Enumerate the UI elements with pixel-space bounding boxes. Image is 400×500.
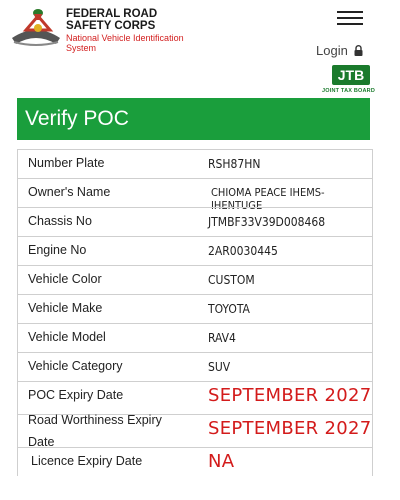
row-road-worthiness: Road Worthiness Expiry Date SEPTEMBER 20…	[18, 413, 372, 449]
value-model: RAV4	[208, 331, 236, 345]
row-chassis: Chassis No JTMBF33V39D008468	[18, 207, 372, 236]
row-number-plate: Number Plate RSH87HN	[18, 149, 372, 178]
label-licence-expiry: Licence Expiry Date	[31, 454, 143, 468]
label-owner-name: Owner's Name	[28, 185, 111, 199]
value-licence-expiry: NA	[208, 451, 235, 472]
org-name: FEDERAL ROAD SAFETY CORPS	[66, 8, 158, 32]
value-category: SUV	[208, 360, 231, 374]
label-number-plate: Number Plate	[28, 156, 105, 170]
lock-icon	[354, 44, 363, 56]
row-engine: Engine No 2AR0030445	[18, 236, 372, 265]
label-chassis: Chassis No	[28, 214, 92, 228]
login-label: Login	[316, 42, 348, 58]
jtb-caption: JOINT TAX BOARD	[322, 88, 376, 94]
frsc-logo	[12, 9, 60, 46]
value-poc-expiry: SEPTEMBER 2027	[208, 385, 372, 406]
org-subtitle: National Vehicle Identification System	[66, 33, 184, 53]
login-button[interactable]: Login	[316, 42, 363, 58]
row-color: Vehicle Color CUSTOM	[18, 265, 372, 294]
row-model: Vehicle Model RAV4	[18, 323, 372, 352]
label-poc-expiry: POC Expiry Date	[28, 388, 124, 402]
label-category: Vehicle Category	[28, 359, 123, 373]
jtb-logo-text: JTB	[338, 67, 364, 83]
value-number-plate: RSH87HN	[208, 157, 261, 171]
row-owner-name: Owner's Name CHIOMA PEACE IHEMS-IHENTUGE	[18, 178, 372, 212]
row-make: Vehicle Make TOYOTA	[18, 294, 372, 323]
row-category: Vehicle Category SUV	[18, 352, 372, 381]
value-road-worthiness: SEPTEMBER 2027	[208, 418, 372, 439]
label-make: Vehicle Make	[28, 301, 103, 315]
page-title: Verify POC	[17, 98, 370, 140]
value-chassis: JTMBF33V39D008468	[208, 215, 326, 229]
label-engine: Engine No	[28, 243, 87, 257]
label-model: Vehicle Model	[28, 330, 106, 344]
hamburger-menu-icon[interactable]	[337, 10, 363, 26]
row-licence-expiry: Licence Expiry Date NA	[18, 447, 372, 476]
value-color: CUSTOM	[208, 273, 255, 287]
vehicle-info-table: Number Plate RSH87HN Owner's Name CHIOMA…	[17, 149, 373, 476]
label-color: Vehicle Color	[28, 272, 102, 286]
value-make: TOYOTA	[208, 302, 250, 316]
value-engine: 2AR0030445	[208, 244, 278, 258]
